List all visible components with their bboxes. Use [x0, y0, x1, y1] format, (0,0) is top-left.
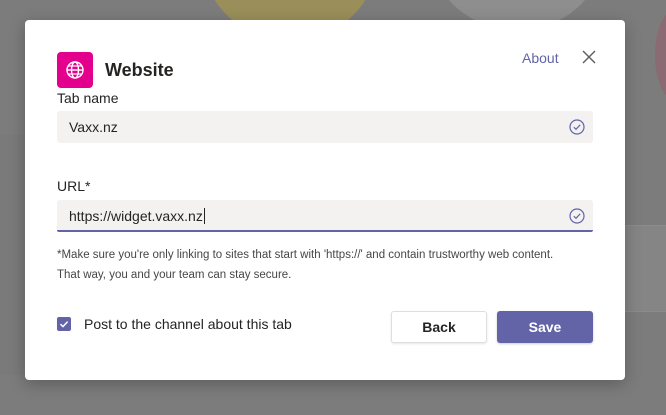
post-to-channel-label[interactable]: Post to the channel about this tab	[84, 316, 292, 332]
about-link[interactable]: About	[522, 50, 559, 66]
globe-icon	[57, 52, 93, 88]
tab-name-input[interactable]: Vaxx.nz	[57, 111, 593, 143]
checkmark-icon	[59, 321, 69, 328]
dialog-title: Website	[105, 60, 174, 80]
back-button[interactable]: Back	[391, 311, 487, 343]
post-to-channel-checkbox[interactable]	[57, 317, 71, 331]
url-label: URL*	[57, 178, 91, 194]
security-note-line: *Make sure you're only linking to sites …	[57, 249, 554, 261]
background-illustration	[655, 10, 666, 100]
website-tab-dialog: Website About Tab name Vaxx.nz URL* http…	[25, 20, 625, 380]
url-value: https://widget.vaxx.nz	[69, 208, 205, 224]
text-caret	[203, 208, 205, 224]
close-icon[interactable]	[580, 48, 598, 66]
security-note: *Make sure you're only linking to sites …	[57, 245, 597, 285]
url-input[interactable]: https://widget.vaxx.nz	[57, 200, 593, 232]
check-circle-icon	[569, 208, 585, 224]
tab-name-value: Vaxx.nz	[69, 119, 118, 135]
save-button[interactable]: Save	[497, 311, 593, 343]
security-note-line: That way, you and your team can stay sec…	[57, 269, 292, 281]
background-panel	[624, 225, 666, 312]
tab-name-label: Tab name	[57, 90, 119, 106]
background-panel	[0, 135, 25, 375]
check-circle-icon	[569, 119, 585, 135]
